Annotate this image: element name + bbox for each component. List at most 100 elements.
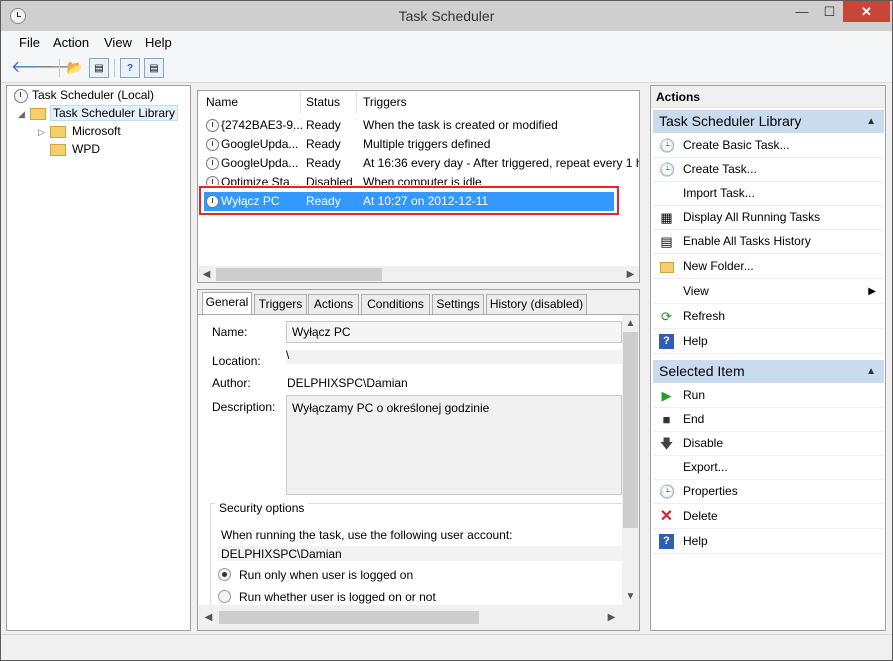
column-header-name[interactable]: Name xyxy=(206,95,238,109)
section-header-library[interactable]: Task Scheduler Library ▲ xyxy=(653,110,884,133)
action-view[interactable]: View ▶ xyxy=(653,279,884,304)
scroll-down-arrow-icon[interactable]: ▼ xyxy=(622,588,639,605)
tree-node-microsoft[interactable]: ▷ Microsoft xyxy=(38,122,121,140)
menu-view[interactable]: View xyxy=(104,35,132,50)
menu-bar: File Action View Help xyxy=(1,31,892,53)
action-end[interactable]: ■ End xyxy=(653,407,884,432)
action-disable[interactable]: 🡇 Disable xyxy=(653,431,884,456)
help-icon[interactable]: ? xyxy=(120,58,140,78)
toolbar-separator xyxy=(59,59,60,77)
action-import-task[interactable]: Import Task... xyxy=(653,181,884,206)
menu-file[interactable]: File xyxy=(19,35,40,50)
task-scheduler-window: Task Scheduler — ☐ ✕ File Action View He… xyxy=(0,0,893,661)
tab-conditions[interactable]: Conditions xyxy=(361,294,430,314)
status-bar xyxy=(1,634,892,660)
action-refresh[interactable]: ⟳ Refresh xyxy=(653,304,884,329)
account-value: DELPHIXSPC\Damian xyxy=(221,547,342,561)
tab-triggers[interactable]: Triggers xyxy=(254,294,307,314)
scrollbar-thumb[interactable] xyxy=(219,611,479,624)
scrollbar-thumb[interactable] xyxy=(216,268,382,281)
action-new-folder[interactable]: New Folder... xyxy=(653,254,884,279)
menu-help[interactable]: Help xyxy=(145,35,172,50)
task-row[interactable]: GoogleUpda... Ready Multiple triggers de… xyxy=(198,135,639,154)
scroll-right-arrow-icon[interactable]: ▶ xyxy=(622,266,639,282)
show-action-pane-icon[interactable]: ▤ xyxy=(144,58,164,78)
end-icon: ■ xyxy=(662,412,671,427)
task-status: Ready xyxy=(306,118,341,132)
properties-icon: 🕒 xyxy=(659,484,676,499)
security-options-legend: Security options xyxy=(215,501,309,515)
action-delete[interactable]: ✕ Delete xyxy=(653,504,884,529)
column-header-status[interactable]: Status xyxy=(306,95,340,109)
menu-action[interactable]: Action xyxy=(53,35,89,50)
column-divider[interactable] xyxy=(300,91,301,114)
task-details-pane: General Triggers Actions Conditions Sett… xyxy=(197,289,640,631)
radio-logged-on-label[interactable]: Run only when user is logged on xyxy=(239,568,413,582)
scroll-left-arrow-icon[interactable]: ◀ xyxy=(200,609,217,626)
toolbar-separator xyxy=(114,59,115,77)
location-label: Location: xyxy=(212,354,261,368)
section-header-selected-item[interactable]: Selected Item ▲ xyxy=(653,360,884,383)
action-display-running-tasks[interactable]: ▦ Display All Running Tasks xyxy=(653,205,884,230)
radio-whether-logged-on-label[interactable]: Run whether user is logged on or not xyxy=(239,590,436,604)
task-row[interactable]: GoogleUpda... Ready At 16:36 every day -… xyxy=(198,154,639,173)
tab-history[interactable]: History (disabled) xyxy=(486,294,587,314)
back-arrow-icon[interactable]: 🡐 xyxy=(11,58,54,78)
collapse-arrow-icon[interactable]: ▲ xyxy=(866,360,876,383)
task-clock-icon xyxy=(206,138,219,152)
help-icon: ? xyxy=(659,534,674,549)
action-help-selected[interactable]: ? Help xyxy=(653,529,884,554)
new-folder-icon xyxy=(659,259,674,274)
close-button[interactable]: ✕ xyxy=(843,1,890,22)
action-properties[interactable]: 🕒 Properties xyxy=(653,479,884,504)
task-trigger: When the task is created or modified xyxy=(363,118,558,132)
radio-whether-logged-on[interactable] xyxy=(218,590,231,603)
maximize-button[interactable]: ☐ xyxy=(816,1,843,22)
radio-logged-on[interactable] xyxy=(218,568,231,581)
clock-icon xyxy=(14,88,28,103)
tab-settings[interactable]: Settings xyxy=(432,294,484,314)
minimize-button[interactable]: — xyxy=(788,1,816,22)
tree-node-wpd[interactable]: WPD xyxy=(50,140,100,158)
scrollbar-thumb[interactable] xyxy=(623,332,638,528)
scroll-right-arrow-icon[interactable]: ▶ xyxy=(603,609,620,626)
expanded-arrow-icon[interactable]: ◢ xyxy=(18,105,30,123)
scroll-left-arrow-icon[interactable]: ◀ xyxy=(198,266,215,282)
up-folder-icon[interactable]: 📂 xyxy=(65,58,85,78)
location-value: \ xyxy=(286,348,290,362)
horizontal-scrollbar[interactable]: ◀ ▶ xyxy=(198,605,639,630)
task-row[interactable]: Optimize Sta... Disabled When computer i… xyxy=(198,173,639,185)
tab-general[interactable]: General xyxy=(202,292,252,315)
console-tree: Task Scheduler (Local) ◢ Task Scheduler L… xyxy=(6,85,191,631)
action-run[interactable]: ▶ Run xyxy=(653,383,884,408)
show-hide-console-tree-icon[interactable]: ▤ xyxy=(89,58,109,78)
description-field[interactable]: Wyłączamy PC o określonej godzinie xyxy=(286,395,622,495)
column-header-triggers[interactable]: Triggers xyxy=(363,95,407,109)
task-name: Optimize Sta... xyxy=(221,175,300,185)
action-create-task[interactable]: 🕒 Create Task... xyxy=(653,157,884,182)
folder-icon xyxy=(30,107,46,120)
delete-icon: ✕ xyxy=(659,508,674,525)
tree-node-library[interactable]: ◢ Task Scheduler Library xyxy=(18,104,179,123)
action-enable-history[interactable]: ▤ Enable All Tasks History xyxy=(653,229,884,254)
action-create-basic-task[interactable]: 🕒 Create Basic Task... xyxy=(653,133,884,158)
scroll-up-arrow-icon[interactable]: ▲ xyxy=(622,315,639,332)
horizontal-scrollbar[interactable]: ◀ ▶ xyxy=(198,266,639,282)
column-divider[interactable] xyxy=(356,91,357,114)
forward-arrow-icon[interactable]: 🡒 xyxy=(34,58,77,78)
task-name-field[interactable]: Wyłącz PC xyxy=(286,321,622,343)
create-task-icon: 🕒 xyxy=(659,162,676,177)
tree-node-label: Microsoft xyxy=(72,124,121,138)
collapsed-arrow-icon[interactable]: ▷ xyxy=(38,123,50,141)
action-export[interactable]: Export... xyxy=(653,455,884,480)
task-status: Ready xyxy=(306,137,341,151)
collapse-arrow-icon[interactable]: ▲ xyxy=(866,110,876,133)
folder-icon xyxy=(50,125,66,138)
actions-pane: Actions Task Scheduler Library ▲ 🕒 Create … xyxy=(650,85,886,631)
tab-actions[interactable]: Actions xyxy=(308,294,359,314)
general-tab-content: Name: Wyłącz PC Location: \ Author: DELP… xyxy=(198,315,622,605)
action-help[interactable]: ? Help xyxy=(653,329,884,354)
task-row[interactable]: {2742BAE3-9... Ready When the task is cr… xyxy=(198,116,639,135)
task-name: GoogleUpda... xyxy=(221,156,299,170)
tree-node-root[interactable]: Task Scheduler (Local) xyxy=(14,86,154,104)
